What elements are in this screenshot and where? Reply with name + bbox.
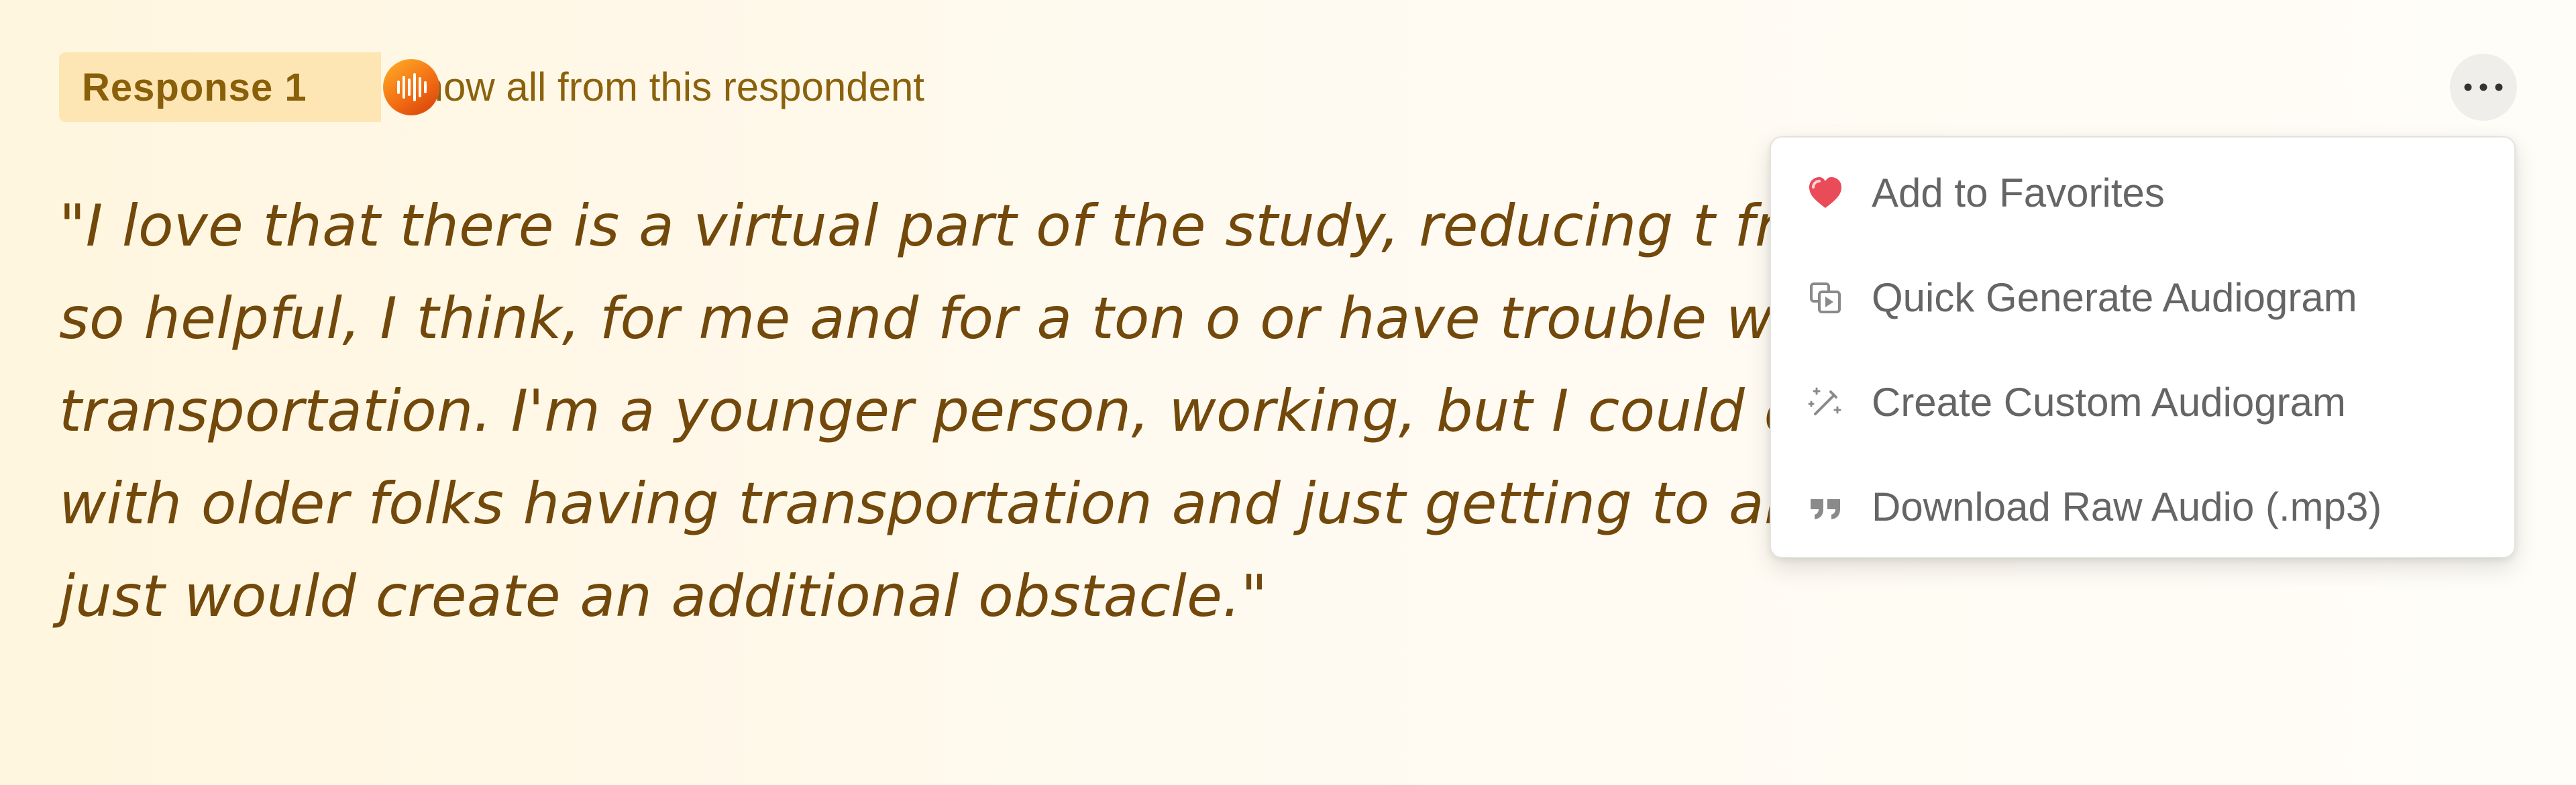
quick-generate-audiogram-menu-item[interactable]: Quick Generate Audiogram xyxy=(1771,248,2514,348)
create-custom-audiogram-label: Create Custom Audiogram xyxy=(1872,380,2346,425)
more-options-button[interactable] xyxy=(2450,54,2517,121)
response-badge-label: Response 1 xyxy=(82,65,307,109)
context-menu: Add to Favorites Quick Generate Audiogra… xyxy=(1770,136,2516,558)
quick-generate-audiogram-label: Quick Generate Audiogram xyxy=(1872,275,2357,320)
download-raw-audio-menu-item[interactable]: Download Raw Audio (.mp3) xyxy=(1771,457,2514,557)
response-header: Response 1 Show all from this respondent xyxy=(59,52,924,122)
audio-wave-icon xyxy=(383,59,439,115)
add-to-favorites-menu-item[interactable]: Add to Favorites xyxy=(1771,143,2514,244)
magic-wand-icon xyxy=(1805,382,1846,423)
create-custom-audiogram-menu-item[interactable]: Create Custom Audiogram xyxy=(1771,352,2514,453)
quote-icon xyxy=(1805,486,1846,528)
response-card: Response 1 Show all from this respondent… xyxy=(0,0,2576,785)
show-all-respondent-link[interactable]: Show all from this respondent xyxy=(394,67,924,107)
add-to-favorites-label: Add to Favorites xyxy=(1872,170,2165,215)
more-options-icon xyxy=(2464,83,2503,91)
heart-icon xyxy=(1805,172,1846,214)
download-raw-audio-label: Download Raw Audio (.mp3) xyxy=(1872,484,2382,529)
response-badge: Response 1 xyxy=(59,52,439,122)
audiogram-icon xyxy=(1805,277,1846,319)
